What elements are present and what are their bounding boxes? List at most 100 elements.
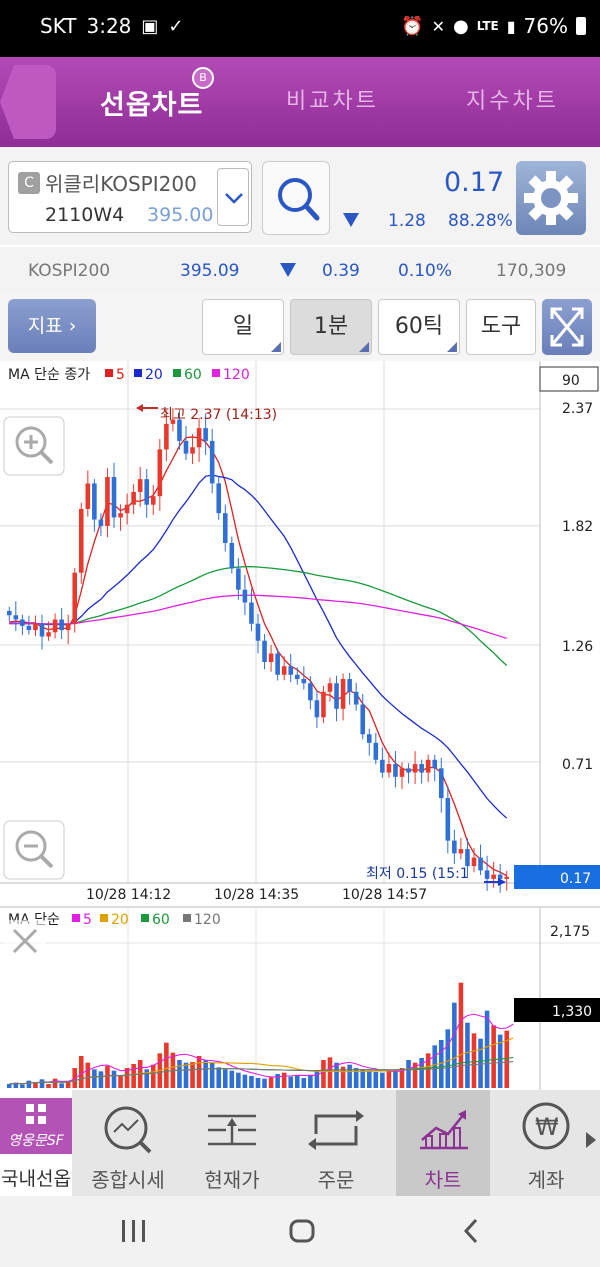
candle-body	[288, 666, 294, 675]
volume-bar	[39, 1079, 45, 1088]
vol-ma60-legend: 60	[152, 912, 170, 928]
nav-chart[interactable]: 차트	[396, 1090, 490, 1196]
volume-bar	[360, 1069, 366, 1088]
volume-chart[interactable]: MA 단순 5 20 60 120 2,175 1,330	[0, 908, 600, 1090]
nav-account[interactable]: ₩ 계좌	[502, 1090, 590, 1196]
candle-body	[203, 428, 208, 441]
back-button[interactable]	[0, 65, 56, 139]
nav-scroll-right-icon[interactable]	[584, 1130, 598, 1150]
ma20-legend: 20	[145, 367, 163, 383]
nav-market-overview[interactable]: 종합시세	[84, 1090, 172, 1196]
price-chart[interactable]: MA 단순 종가 5 20 60 120 90 2.37 1.82 1.26 0…	[0, 361, 600, 906]
x-tick: 10/28 14:35	[214, 887, 299, 903]
volume-bar	[268, 1077, 274, 1088]
vol-ma-line-60	[9, 1056, 514, 1085]
tab-futures-chart[interactable]: 선옵차트	[100, 83, 203, 122]
battery-label: 76%	[523, 14, 568, 38]
volume-bar	[294, 1076, 300, 1088]
carrier-label: SKT	[40, 14, 77, 38]
back-icon[interactable]	[460, 1216, 482, 1246]
volume-bar	[242, 1074, 248, 1088]
candle-body	[196, 428, 202, 448]
candle-body	[452, 840, 457, 854]
recent-apps-icon[interactable]	[120, 1218, 148, 1244]
period-60tick-button[interactable]: 60틱	[378, 299, 460, 355]
volume-bar	[196, 1056, 202, 1088]
nav-order[interactable]: 주문	[292, 1090, 380, 1196]
index-summary-row: KOSPI200 395.09 0.39 0.10% 170,309	[0, 247, 600, 293]
index-volume: 170,309	[496, 261, 567, 281]
price-chart-svg[interactable]: MA 단순 종가 5 20 60 120 90 2.37 1.82 1.26 0…	[0, 361, 600, 906]
symbol-dropdown-button[interactable]	[217, 168, 249, 226]
candle-body	[419, 764, 424, 773]
vol-ma20-legend: 20	[111, 912, 129, 928]
expand-button[interactable]	[542, 299, 592, 355]
home-icon[interactable]	[288, 1218, 316, 1244]
candle-body	[65, 623, 71, 631]
volume-bar	[406, 1060, 411, 1088]
search-button[interactable]	[262, 161, 330, 235]
nav-home[interactable]: 영웅문SF 국내선옵	[0, 1090, 72, 1196]
svg-text:₩: ₩	[535, 1113, 559, 1141]
settings-button[interactable]	[516, 161, 586, 235]
nav-label: 현재가	[204, 1168, 260, 1192]
candle-body	[59, 619, 64, 631]
candle-body	[465, 849, 470, 867]
tools-button[interactable]: 도구	[466, 299, 536, 355]
nav-label: 차트	[424, 1168, 462, 1192]
candle-body	[118, 513, 123, 518]
category-icon: C	[18, 172, 40, 194]
tab-index-chart[interactable]: 지수차트	[466, 83, 559, 115]
exchange-icon	[308, 1110, 364, 1150]
tab-compare-chart[interactable]: 비교차트	[286, 83, 379, 115]
candle-body	[72, 572, 78, 624]
period-daily-button[interactable]: 일	[202, 299, 284, 355]
volume-bar	[373, 1072, 379, 1088]
vol-ma-line-20	[9, 1037, 514, 1085]
volume-bar	[504, 1030, 510, 1088]
candle-body	[393, 764, 398, 777]
chart-toolbar: 지표 › 일 1분 60틱 도구	[0, 293, 600, 361]
candle-body	[105, 477, 110, 526]
x-tick: 10/28 14:12	[86, 887, 171, 903]
volume-bar	[183, 1062, 189, 1088]
grid-icon	[26, 1104, 46, 1124]
candle-body	[98, 519, 104, 526]
candle-body	[33, 623, 38, 631]
mute-icon: ✕	[431, 16, 445, 36]
symbol-selector[interactable]: C 위클리KOSPI200 2110W4 395.00	[8, 161, 252, 233]
candle-body	[6, 610, 12, 616]
volume-bar	[203, 1060, 208, 1088]
legend-swatch	[183, 914, 191, 922]
price-icon	[208, 1114, 256, 1146]
volume-bar	[150, 1064, 156, 1088]
volume-bar	[92, 1069, 97, 1088]
badge-icon: B	[192, 67, 214, 89]
candle-body	[150, 496, 156, 505]
volume-bar	[484, 1010, 490, 1088]
index-name: KOSPI200	[28, 261, 111, 281]
indicator-button[interactable]: 지표 ›	[8, 299, 96, 353]
candle-body	[308, 683, 313, 701]
period-1min-button[interactable]: 1분	[290, 299, 372, 355]
candle-body	[124, 504, 130, 514]
volume-bar	[98, 1071, 104, 1088]
candle-body	[471, 857, 477, 867]
down-arrow-icon	[343, 213, 359, 227]
nav-current-price[interactable]: 현재가	[188, 1090, 276, 1196]
notification-icon: ✓	[168, 15, 184, 37]
volume-bar	[425, 1053, 431, 1088]
candle-body	[164, 423, 169, 450]
candle-body	[497, 874, 503, 879]
underlying-price: 395.00	[147, 204, 214, 226]
vol-ma-line-5	[9, 1013, 514, 1085]
candle-body	[425, 759, 431, 773]
status-bar: SKT 3:28 ▣ ✓ ⏰ ✕ ● LTE ▮ 76%	[0, 0, 600, 57]
zoom-in-button[interactable]	[3, 416, 65, 476]
volume-bar	[334, 1062, 339, 1088]
volume-chart-svg[interactable]: MA 단순 5 20 60 120 2,175 1,330	[0, 908, 600, 1090]
candle-body	[327, 683, 333, 692]
period-label: 60틱	[394, 314, 444, 339]
zoom-out-button[interactable]	[3, 820, 65, 880]
close-volume-button[interactable]	[4, 920, 46, 962]
